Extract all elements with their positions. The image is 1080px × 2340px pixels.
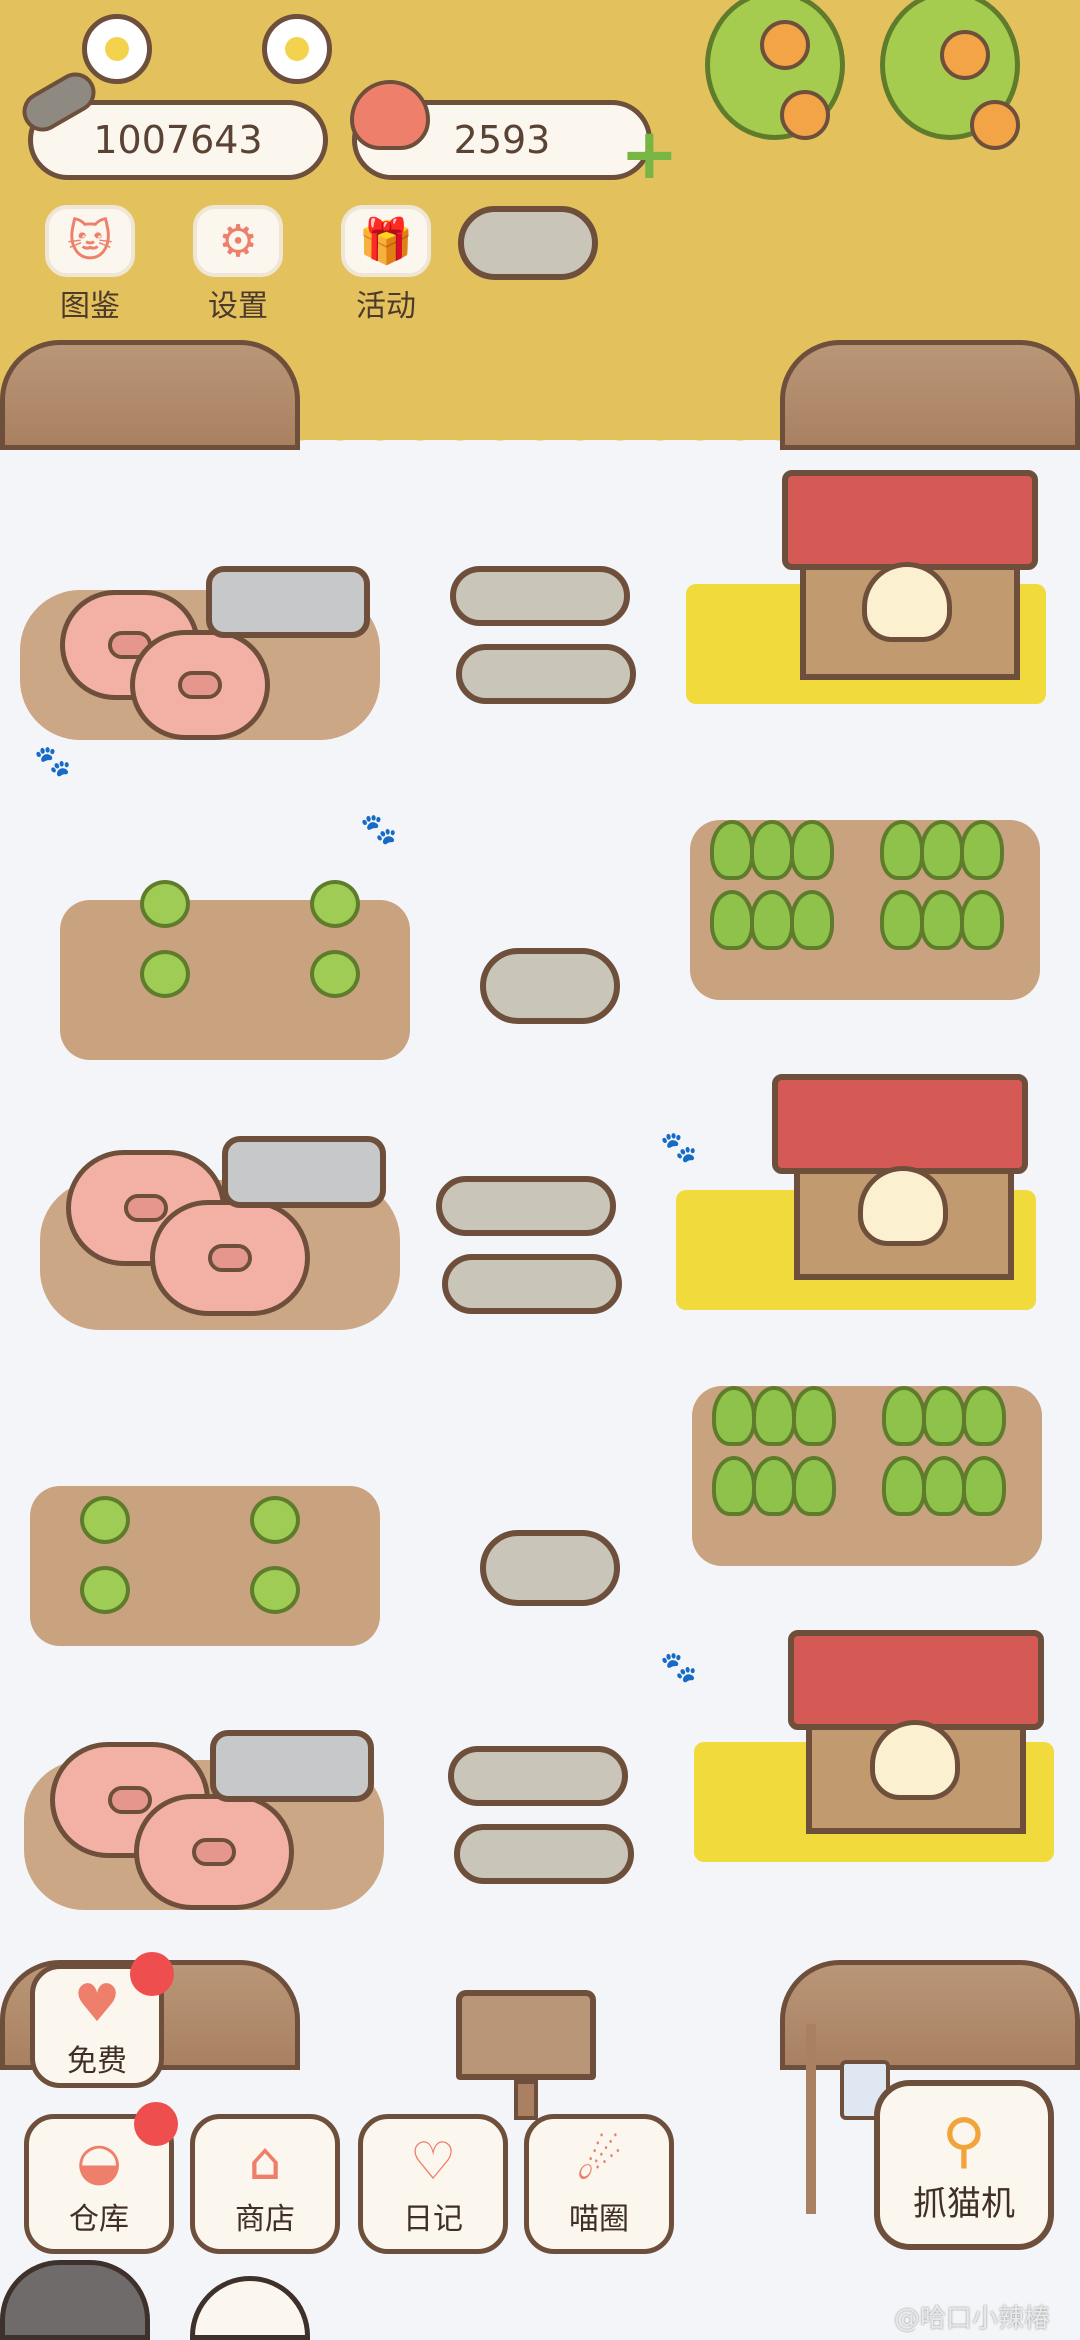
collection-label: 图鉴 xyxy=(60,289,120,324)
stepping-stone xyxy=(456,644,636,704)
storage-jar-icon: ◒ xyxy=(76,2132,122,2192)
pig[interactable] xyxy=(150,1200,310,1316)
diary-button[interactable]: ♡ 日记 xyxy=(358,2114,508,2254)
heart-icon: ♥ xyxy=(73,1974,121,2034)
mailbox[interactable] xyxy=(456,1990,596,2080)
claw-machine-label: 抓猫机 xyxy=(913,2183,1015,2224)
feeding-trough[interactable] xyxy=(210,1730,374,1802)
settings-button[interactable]: ⚙ 设置 xyxy=(178,205,298,325)
stepping-stone xyxy=(458,206,598,280)
gift-icon: 🎁 xyxy=(341,205,431,277)
planet-cat-icon: ☄ xyxy=(575,2132,623,2192)
events-button[interactable]: 🎁 活动 xyxy=(326,205,446,325)
crop-field[interactable] xyxy=(692,1386,1042,1566)
stepping-stone xyxy=(454,1824,634,1884)
diary-label: 日记 xyxy=(403,2202,463,2237)
paw-print: 🐾 xyxy=(660,1130,698,1165)
heart-icon xyxy=(350,80,430,150)
coop-roof xyxy=(788,1630,1044,1730)
notification-badge xyxy=(134,2102,178,2146)
add-hearts-button[interactable]: + xyxy=(620,119,679,189)
paw-print: 🐾 xyxy=(660,1650,698,1685)
watermark-text: @哈口小辣椿 xyxy=(894,2304,1051,2334)
paw-print: 🐾 xyxy=(34,744,72,779)
fence-gate-right xyxy=(780,340,1080,450)
heart-value: 2593 xyxy=(453,118,551,162)
paw-print: 🐾 xyxy=(360,812,398,847)
fence-gate-left xyxy=(0,340,300,450)
coop-roof xyxy=(772,1074,1028,1174)
coin-value: 1007643 xyxy=(93,118,263,162)
shop-icon: ⌂ xyxy=(248,2132,282,2192)
free-label: 免费 xyxy=(67,2044,127,2079)
stepping-stone xyxy=(442,1254,622,1314)
stepping-stone xyxy=(480,948,620,1024)
feeding-trough[interactable] xyxy=(222,1136,386,1208)
laundry-pole xyxy=(806,2024,816,2214)
duck[interactable] xyxy=(862,562,952,642)
events-label: 活动 xyxy=(356,289,416,324)
orange-tree-grove[interactable] xyxy=(700,0,1080,180)
cow-sprite[interactable] xyxy=(190,2276,310,2340)
warehouse-label: 仓库 xyxy=(69,2202,129,2237)
coop-roof xyxy=(782,470,1038,570)
black-cat-sprite[interactable] xyxy=(0,2260,150,2340)
settings-label: 设置 xyxy=(208,289,268,324)
shop-label: 商店 xyxy=(235,2202,295,2237)
claw-icon: ⚲ xyxy=(942,2105,986,2176)
stepping-stone xyxy=(450,566,630,626)
flower-decoration xyxy=(262,14,332,84)
sprout-field[interactable] xyxy=(60,880,410,1060)
notification-badge xyxy=(130,1952,174,1996)
feeding-trough[interactable] xyxy=(206,566,370,638)
gear-icon: ⚙ xyxy=(193,205,283,277)
duck[interactable] xyxy=(858,1166,948,1246)
stepping-stone xyxy=(436,1176,616,1236)
mailbox-post xyxy=(514,2080,538,2120)
duck[interactable] xyxy=(870,1720,960,1800)
pig[interactable] xyxy=(134,1794,294,1910)
notebook-icon: ♡ xyxy=(409,2132,457,2192)
cat-circle-label: 喵圈 xyxy=(569,2202,629,2237)
fence-gate-right xyxy=(780,1960,1080,2070)
collection-button[interactable]: 🐱 图鉴 xyxy=(30,205,150,325)
shop-button[interactable]: ⌂ 商店 xyxy=(190,2114,340,2254)
sprout-field[interactable] xyxy=(30,1486,380,1646)
crop-field[interactable] xyxy=(690,820,1040,1000)
stepping-stone xyxy=(448,1746,628,1806)
cat-head-icon: 🐱 xyxy=(45,205,135,277)
stepping-stone xyxy=(480,1530,620,1606)
claw-machine-button[interactable]: ⚲ 抓猫机 xyxy=(874,2080,1054,2250)
flower-decoration xyxy=(82,14,152,84)
pig[interactable] xyxy=(130,630,270,740)
cat-circle-button[interactable]: ☄ 喵圈 xyxy=(524,2114,674,2254)
